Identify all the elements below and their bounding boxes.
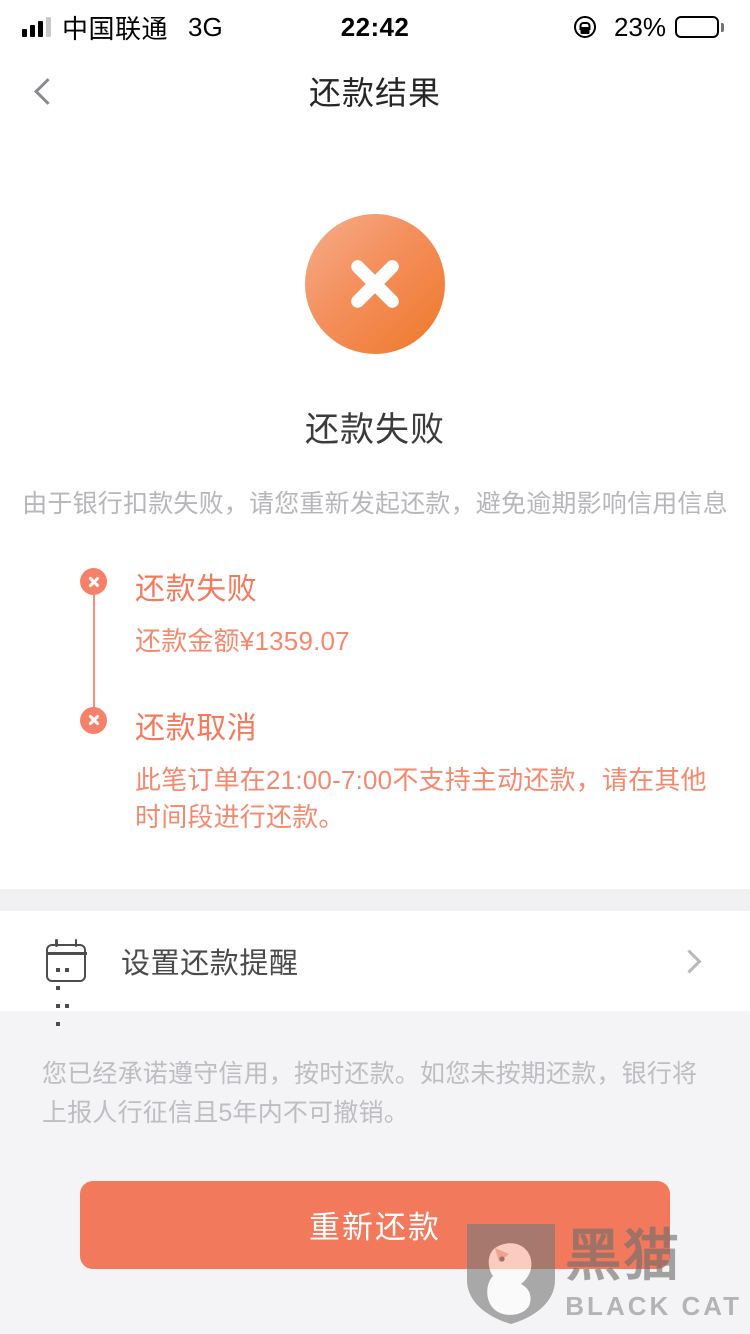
reminder-label: 设置还款提醒 <box>121 948 299 981</box>
timeline-item: 还款失败 还款金额¥1359.07 <box>80 564 714 709</box>
action-area: 重新还款 <box>0 1133 750 1269</box>
timeline-heading: 还款失败 <box>135 573 258 606</box>
error-circle-x-icon <box>305 214 445 354</box>
timeline-description: 此笔订单在21:00-7:00不支持主动还款，请在其他时间段进行还款。 <box>135 764 707 833</box>
timeline-heading: 还款取消 <box>135 711 258 745</box>
timeline-item: 还款取消 此笔订单在21:00-7:00不支持主动还款，请在其他时间段进行还款。 <box>80 703 714 837</box>
timeline-description: 还款金额¥1359.07 <box>135 626 350 656</box>
watermark-en-label: BLACK CAT <box>565 1291 742 1321</box>
section-divider <box>0 889 750 912</box>
status-bar-left: 中国联通 3G <box>22 9 223 46</box>
network-type-label: 3G <box>188 11 223 42</box>
result-subtitle: 由于银行扣款失败，请您重新发起还款，避免逾期影响信用信息 <box>22 490 728 518</box>
battery-percent-label: 23% <box>613 11 666 42</box>
carrier-label: 中国联通 <box>62 13 169 44</box>
set-repayment-reminder-row[interactable]: 设置还款提醒 <box>0 911 750 1027</box>
page-title: 还款结果 <box>308 75 441 111</box>
rotation-lock-icon <box>573 16 596 38</box>
battery-icon <box>675 16 724 38</box>
error-dot-x-icon <box>80 568 107 595</box>
credit-disclaimer: 您已经承诺遵守信用，按时还款。如您未按期还款，银行将上报人行征信且5年内不可撤销… <box>42 1060 698 1127</box>
result-title: 还款失败 <box>305 411 445 449</box>
result-card: 还款失败 由于银行扣款失败，请您重新发起还款，避免逾期影响信用信息 还款失败 还… <box>0 128 750 890</box>
status-bar: 中国联通 3G 22:42 23% <box>0 0 750 54</box>
status-timeline: 还款失败 还款金额¥1359.07 还款取消 此笔订单在21:00-7:00不支… <box>0 564 750 837</box>
retry-repayment-button[interactable]: 重新还款 <box>80 1180 670 1269</box>
chevron-right-icon <box>677 949 702 974</box>
error-dot-x-icon <box>80 706 107 734</box>
status-bar-right: 23% <box>573 11 724 43</box>
timeline-connector <box>93 595 95 709</box>
signal-bars-icon <box>22 17 51 37</box>
navigation-bar: 还款结果 <box>0 54 750 128</box>
calendar-icon <box>45 939 87 1027</box>
